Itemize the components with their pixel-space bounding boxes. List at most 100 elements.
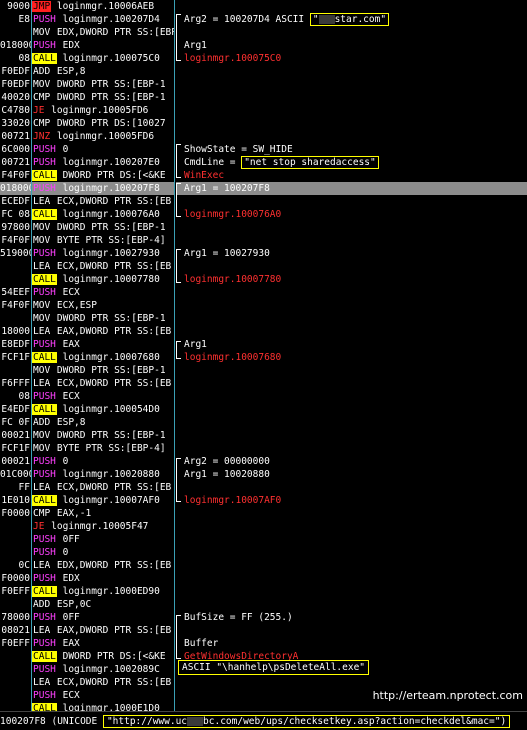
instruction-row[interactable]: PUSH 0 [32, 455, 174, 468]
instruction-mnemonic: MOV [33, 365, 51, 376]
instruction-row[interactable]: PUSH 0FF [32, 533, 174, 546]
instruction-row[interactable]: LEA EAX,DWORD PTR SS:[EB [32, 624, 174, 637]
instruction-row[interactable]: LEA ECX,DWORD PTR SS:[EB [32, 377, 174, 390]
comment-row [176, 598, 527, 611]
comment-call-target: loginmgr.100075C0 [184, 53, 282, 64]
instruction-mnemonic: ADD [33, 599, 51, 610]
instruction-row[interactable]: ADD ESP,8 [32, 65, 174, 78]
comment-row [176, 364, 527, 377]
instruction-mnemonic: PUSH [33, 391, 56, 402]
hex-bytes-cell [0, 598, 31, 611]
instruction-operands: loginmgr.100076A0 [56, 209, 160, 220]
instruction-operands: 0 [56, 456, 69, 467]
instruction-row[interactable]: CALL DWORD PTR DS:[<&KE [32, 650, 174, 663]
instruction-row[interactable]: CALL DWORD PTR DS:[<&KE [32, 169, 174, 182]
instruction-row[interactable]: PUSH ECX [32, 286, 174, 299]
instruction-operands: ESP,8 [51, 66, 86, 77]
instruction-operands: loginmgr.1000ED90 [56, 586, 160, 597]
instruction-mnemonic: JE [33, 105, 45, 116]
instruction-row[interactable]: PUSH loginmgr.100207F8 [32, 182, 174, 195]
comment-row: loginmgr.100076A0 [176, 208, 527, 221]
instruction-row[interactable]: MOV BYTE PTR SS:[EBP-4] [32, 442, 174, 455]
instruction-row[interactable]: MOV DWORD PTR SS:[EBP-1 [32, 78, 174, 91]
instruction-row[interactable]: MOV DWORD PTR SS:[EBP-1 [32, 429, 174, 442]
instruction-row[interactable]: LEA ECX,DWORD PTR SS:[EB [32, 195, 174, 208]
instruction-row[interactable]: ADD ESP,0C [32, 598, 174, 611]
instruction-mnemonic: MOV [33, 79, 51, 90]
instruction-mnemonic: CALL [32, 170, 57, 181]
instruction-row[interactable]: MOV ECX,ESP [32, 299, 174, 312]
instruction-row[interactable]: MOV DWORD PTR SS:[EBP-1 [32, 221, 174, 234]
instruction-row[interactable]: CALL loginmgr.100075C0 [32, 52, 174, 65]
comment-row [176, 390, 527, 403]
instruction-row[interactable]: LEA ECX,DWORD PTR SS:[EB [32, 481, 174, 494]
instruction-row[interactable]: PUSH loginmgr.10027930 [32, 247, 174, 260]
instruction-row[interactable]: MOV DWORD PTR SS:[EBP-1 [32, 364, 174, 377]
instruction-row[interactable]: CMP DWORD PTR DS:[10027 [32, 117, 174, 130]
hex-bytes-cell: F4F0F [1, 235, 30, 246]
instruction-row[interactable]: JE loginmgr.10005FD6 [32, 104, 174, 117]
instruction-row[interactable]: CALL loginmgr.100076A0 [32, 208, 174, 221]
instruction-mnemonic: PUSH [33, 638, 56, 649]
comment-row: loginmgr.10007780 [176, 273, 527, 286]
instruction-row[interactable]: PUSH EDX [32, 39, 174, 52]
instruction-row[interactable]: PUSH EAX [32, 338, 174, 351]
instruction-row[interactable]: PUSH EAX [32, 637, 174, 650]
instruction-operands: loginmgr.10006AEB [51, 1, 155, 12]
instruction-row[interactable]: CMP DWORD PTR SS:[EBP-1 [32, 91, 174, 104]
instruction-row[interactable]: PUSH loginmgr.100207E0 [32, 156, 174, 169]
instruction-row[interactable]: JMP loginmgr.10006AEB [32, 0, 174, 13]
comment-row: WinExec [176, 169, 527, 182]
instruction-row[interactable]: LEA ECX,DWORD PTR SS:[EB [32, 676, 174, 689]
instruction-row[interactable]: CALL loginmgr.10007AF0 [32, 494, 174, 507]
instruction-operands: EAX [56, 339, 80, 350]
comment-bufsize: BufSize = FF (255.) [184, 612, 293, 623]
instruction-row[interactable]: PUSH EDX [32, 572, 174, 585]
call-args-bracket [176, 183, 181, 217]
instruction-row[interactable]: LEA EDX,DWORD PTR SS:[EB [32, 559, 174, 572]
status-prefix: 100207F8 (UNICODE [0, 716, 103, 727]
instruction-mnemonic: MOV [33, 443, 51, 454]
debugger-disassembly-window: 9000 E8 018000 08 F0EDF F0EDF 40020 C4780 33020 0… [0, 0, 527, 730]
instruction-row[interactable]: JE loginmgr.10005F47 [32, 520, 174, 533]
hex-bytes-cell: 54EEF [1, 287, 30, 298]
instruction-row[interactable]: MOV DWORD PTR SS:[EBP-1 [32, 312, 174, 325]
instruction-row[interactable]: CMP EAX,-1 [32, 507, 174, 520]
comment-arg2-prefix: Arg2 = 100207D4 ASCII [184, 14, 310, 25]
instruction-row[interactable]: CALL loginmgr.1000ED90 [32, 585, 174, 598]
comment-row: Arg1 [176, 338, 527, 351]
instruction-row[interactable]: CALL loginmgr.10007680 [32, 351, 174, 364]
instruction-row[interactable]: PUSH loginmgr.100207D4 [32, 13, 174, 26]
hex-bytes-cell [0, 273, 31, 286]
instruction-mnemonic: PUSH [33, 573, 56, 584]
instruction-row[interactable]: PUSH loginmgr.10020880 [32, 468, 174, 481]
instruction-mnemonic: LEA [33, 196, 51, 207]
instruction-row[interactable]: PUSH 0 [32, 143, 174, 156]
highlight-box-cmdline: "net stop sharedaccess" [241, 156, 379, 169]
comment-row [176, 481, 527, 494]
instruction-row[interactable]: CALL loginmgr.100054D0 [32, 403, 174, 416]
column-separator [174, 0, 175, 730]
instruction-row[interactable]: PUSH 0 [32, 546, 174, 559]
instruction-row[interactable]: LEA EAX,DWORD PTR SS:[EB [32, 325, 174, 338]
call-args-bracket [176, 458, 181, 502]
instruction-row[interactable]: CALL loginmgr.10007780 [32, 273, 174, 286]
hex-bytes-column: 9000 E8 018000 08 F0EDF F0EDF 40020 C4780 33020 0… [0, 0, 31, 715]
instruction-row[interactable]: ADD ESP,8 [32, 416, 174, 429]
instruction-row[interactable]: MOV EDX,DWORD PTR SS:[EBP [32, 26, 174, 39]
comment-row [176, 416, 527, 429]
instruction-row[interactable]: JNZ loginmgr.10005FD6 [32, 130, 174, 143]
instruction-mnemonic: MOV [33, 27, 51, 38]
status-url-end: bc.com/web/ups/checksetkey.asp?action=ch… [203, 716, 507, 727]
instruction-row[interactable]: LEA ECX,DWORD PTR SS:[EB [32, 260, 174, 273]
instruction-row[interactable]: PUSH loginmgr.1002089C [32, 663, 174, 676]
instruction-operands: loginmgr.10007680 [56, 352, 160, 363]
instruction-row[interactable]: PUSH ECX [32, 390, 174, 403]
instruction-mnemonic: CMP [33, 118, 51, 129]
instruction-row[interactable]: MOV BYTE PTR SS:[EBP-4] [32, 234, 174, 247]
instruction-operands: DWORD PTR SS:[EBP-1 [51, 92, 166, 103]
comment-row: ShowState = SW_HIDE [176, 143, 527, 156]
instruction-row[interactable]: PUSH 0FF [32, 611, 174, 624]
instruction-row[interactable]: PUSH ECX [32, 689, 174, 702]
instruction-operands: ESP,0C [51, 599, 92, 610]
